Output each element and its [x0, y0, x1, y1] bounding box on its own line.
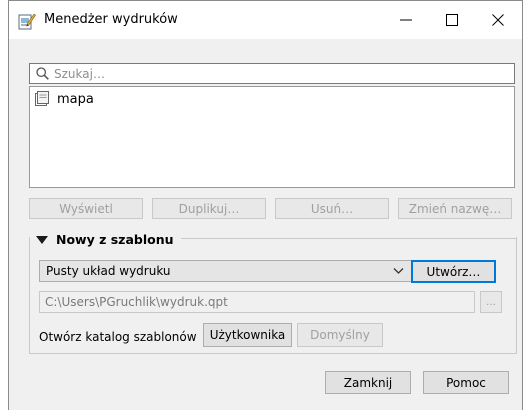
minimize-button[interactable] — [383, 1, 429, 39]
collapse-arrow-icon[interactable] — [36, 235, 48, 245]
search-icon — [36, 67, 49, 80]
create-button[interactable]: Utwórz… — [411, 260, 496, 283]
group-divider — [181, 238, 517, 239]
template-select[interactable]: Pusty układ wydruku — [39, 260, 412, 282]
layout-list[interactable]: mapa — [29, 86, 515, 188]
list-item[interactable]: mapa — [34, 91, 94, 107]
default-templates-button[interactable]: Domyślny — [297, 323, 383, 347]
layout-manager-app-icon — [18, 13, 36, 30]
chevron-down-icon — [393, 268, 404, 274]
template-path-field[interactable]: C:\Users\PGruchlik\wydruk.qpt — [39, 291, 475, 313]
template-select-value: Pusty układ wydruku — [46, 264, 171, 278]
maximize-button[interactable] — [429, 1, 475, 39]
rename-button[interactable]: Zmień nazwę… — [398, 198, 512, 219]
new-from-template-header[interactable]: Nowy z szablonu — [36, 232, 178, 247]
remove-button[interactable]: Usuń… — [275, 198, 389, 219]
duplicate-button[interactable]: Duplikuj… — [152, 198, 266, 219]
open-template-dir-label: Otwórz katalog szablonów — [39, 330, 197, 344]
user-templates-button[interactable]: Użytkownika — [203, 323, 292, 347]
close-icon — [492, 14, 504, 26]
layout-document-icon — [35, 91, 49, 106]
close-dialog-button[interactable]: Zamknij — [325, 371, 411, 394]
maximize-icon — [446, 14, 458, 26]
search-input[interactable] — [54, 65, 504, 82]
list-item-label: mapa — [57, 91, 94, 107]
layout-manager-window: Menedżer wydruków mapa Wyświetl — [8, 0, 523, 410]
window-title: Menedżer wydruków — [44, 12, 178, 27]
search-box[interactable] — [29, 63, 515, 84]
group-title: Nowy z szablonu — [56, 232, 174, 247]
close-button[interactable] — [475, 1, 521, 39]
title-bar[interactable]: Menedżer wydruków — [9, 1, 522, 39]
browse-button[interactable]: … — [480, 291, 502, 313]
minimize-icon — [400, 19, 412, 21]
help-button[interactable]: Pomoc — [423, 371, 509, 394]
show-button[interactable]: Wyświetl — [29, 198, 143, 219]
